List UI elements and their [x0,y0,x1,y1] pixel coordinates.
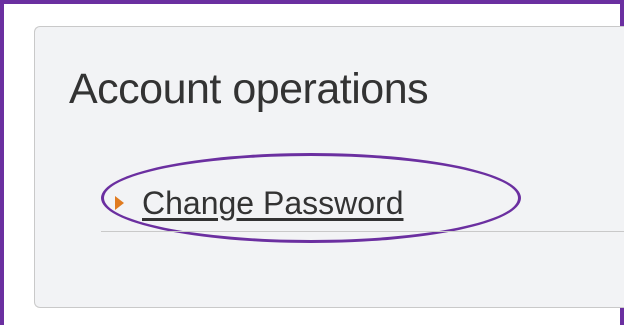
change-password-row[interactable]: Change Password [115,181,403,225]
account-operations-panel: Account operations Change Password [34,26,624,308]
screenshot-frame: Account operations Change Password [0,0,624,325]
panel-title: Account operations [69,65,429,113]
change-password-link[interactable]: Change Password [142,185,403,222]
divider [101,231,624,232]
arrow-right-icon [115,196,124,210]
